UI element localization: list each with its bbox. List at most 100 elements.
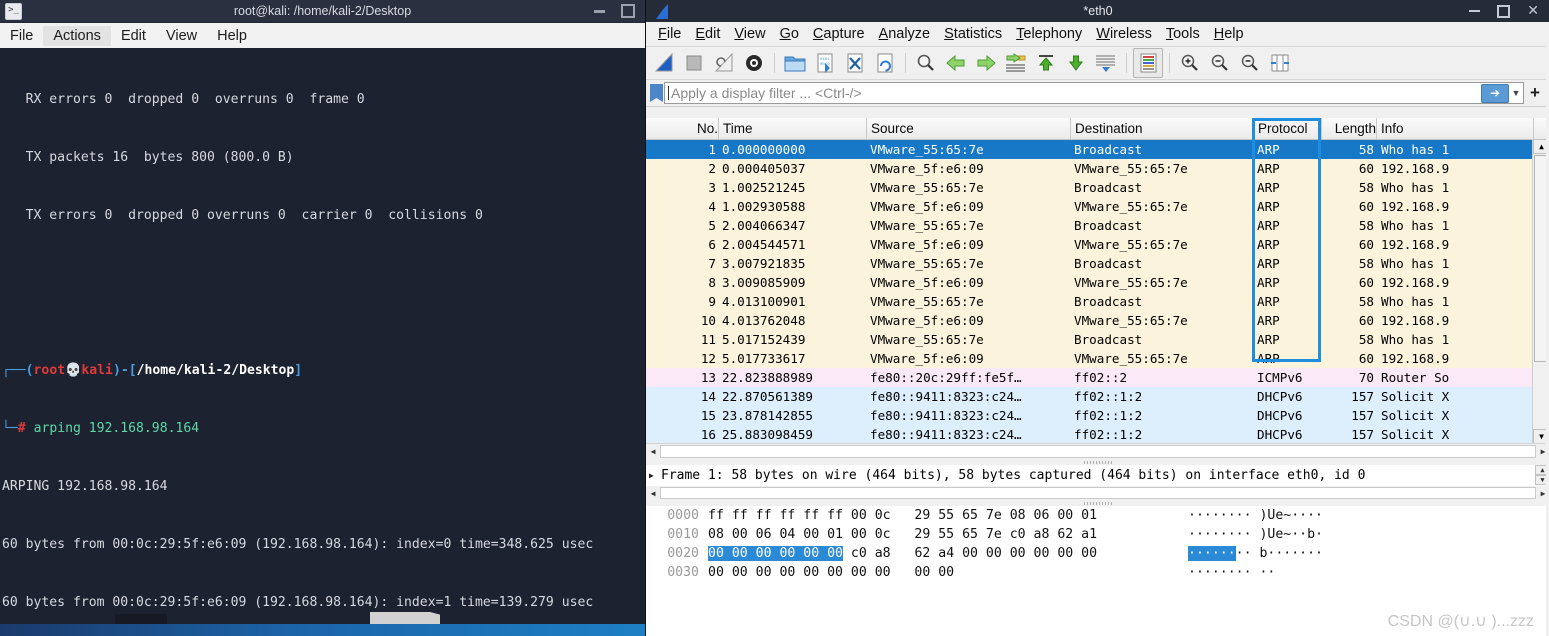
hex-dump-row[interactable]: 0020 00 00 00 00 00 00 c0 a8 62 a4 00 00 …	[650, 544, 1549, 563]
go-back-icon[interactable]	[942, 49, 970, 77]
scrollbar-track[interactable]	[660, 487, 1536, 499]
packet-row[interactable]: 4 1.002930588 VMware_5f:e6:09 VMware_55:65:…	[646, 197, 1549, 216]
packet-row[interactable]: 3 1.002521245 VMware_55:65:7e Broadcast ARP 5…	[646, 178, 1549, 197]
go-last-packet-icon[interactable]	[1062, 49, 1090, 77]
packet-row[interactable]: 11 5.017152439 VMware_55:65:7e Broadcast ARP…	[646, 330, 1549, 349]
save-file-icon[interactable]: 0101 0010	[811, 49, 839, 77]
column-header-destination[interactable]: Destination	[1071, 118, 1254, 139]
cell-length: 60	[1358, 199, 1374, 214]
zoom-out-icon[interactable]	[1206, 49, 1234, 77]
toolbar-separator	[1169, 53, 1170, 73]
scroll-left-arrow-icon[interactable]: ◀	[646, 489, 660, 498]
cell-source: VMware_55:65:7e	[870, 142, 984, 157]
terminal-minimize-icon[interactable]	[594, 9, 605, 13]
packet-row[interactable]: 12 5.017733617 VMware_5f:e6:09 VMware_55:65…	[646, 349, 1549, 368]
terminal-maximize-icon[interactable]	[621, 4, 635, 18]
column-header-no[interactable]: No.	[646, 118, 719, 139]
display-filter-input[interactable]: Apply a display filter ... <Ctrl-/> ➔ ▼	[664, 82, 1524, 104]
menu-statistics[interactable]: Statistics	[937, 24, 1009, 44]
cell-time: 3.009085909	[722, 275, 806, 290]
detail-horizontal-scrollbar[interactable]: ◀ ▶	[646, 486, 1549, 500]
terminal-output-area[interactable]: RX errors 0 dropped 0 overruns 0 frame 0…	[0, 48, 645, 624]
menu-telephony[interactable]: Telephony	[1009, 24, 1089, 44]
triangle-right-icon[interactable]: ▶	[649, 471, 661, 480]
close-file-icon[interactable]	[841, 49, 869, 77]
packet-row[interactable]: 8 3.009085909 VMware_5f:e6:09 VMware_55:65:…	[646, 273, 1549, 292]
hex-dump-row[interactable]: 0000 ff ff ff ff ff ff 00 0c 29 55 65 7e …	[650, 506, 1549, 525]
desktop-taskbar[interactable]	[0, 614, 645, 636]
zoom-reset-icon[interactable]	[1236, 49, 1264, 77]
reload-file-icon[interactable]	[871, 49, 899, 77]
packet-bytes-pane[interactable]: 0000 ff ff ff ff ff ff 00 0c 29 55 65 7e …	[646, 500, 1549, 636]
terminal-menu-actions[interactable]: Actions	[43, 26, 111, 46]
packet-row[interactable]: 9 4.013100901 VMware_55:65:7e Broadcast ARP 5…	[646, 292, 1549, 311]
column-header-info[interactable]: Info	[1377, 118, 1534, 139]
chevron-down-icon[interactable]: ▼	[1509, 88, 1523, 98]
cell-destination: Broadcast	[1074, 332, 1143, 347]
packet-row[interactable]: 13 22.823888989 fe80::20c:29ff:fe5f… ff02::…	[646, 368, 1549, 387]
column-header-protocol[interactable]: Protocol	[1254, 118, 1322, 139]
restart-capture-icon[interactable]	[710, 49, 738, 77]
find-packet-icon[interactable]	[912, 49, 940, 77]
packet-row[interactable]: 7 3.007921835 VMware_55:65:7e Broadcast ARP 5…	[646, 254, 1549, 273]
add-filter-button[interactable]: +	[1524, 83, 1546, 103]
packet-list-horizontal-scrollbar[interactable]: ◀ ▶	[646, 443, 1549, 458]
terminal-menu-edit[interactable]: Edit	[111, 26, 156, 46]
packet-row[interactable]: 1 0.000000000 VMware_55:65:7e Broadcast ARP 5…	[646, 140, 1549, 159]
menu-view[interactable]: View	[727, 24, 772, 44]
packet-row[interactable]: 2 0.000405037 VMware_5f:e6:09 VMware_55:65:…	[646, 159, 1549, 178]
open-file-icon[interactable]	[781, 49, 809, 77]
packet-list-pane[interactable]: No. Time Source Destination Protocol Len…	[646, 118, 1549, 458]
packet-row[interactable]: 10 4.013762048 VMware_5f:e6:09 VMware_55:65…	[646, 311, 1549, 330]
packet-row[interactable]: 5 2.004066347 VMware_55:65:7e Broadcast ARP 5…	[646, 216, 1549, 235]
zoom-in-icon[interactable]	[1176, 49, 1204, 77]
column-header-length[interactable]: Length	[1322, 118, 1377, 139]
hex-bytes: 00 00 00 00 00 00 c0 a8 62 a4 00 00 00 0…	[708, 546, 1098, 561]
go-to-packet-icon[interactable]	[1002, 49, 1030, 77]
menu-file[interactable]: FFileile	[651, 24, 688, 44]
terminal-menu-file[interactable]: File	[0, 26, 43, 46]
apply-filter-arrow-icon[interactable]: ➔	[1481, 83, 1509, 103]
scrollbar-track[interactable]	[660, 444, 1536, 458]
packet-row[interactable]: 14 22.870561389 fe80::9411:8323:c24… ff02::…	[646, 387, 1549, 406]
packet-detail-row[interactable]: ▶ Frame 1: 58 bytes on wire (464 bits), …	[646, 465, 1549, 485]
menu-help[interactable]: Help	[1207, 24, 1251, 44]
go-first-packet-icon[interactable]	[1032, 49, 1060, 77]
cell-time: 4.013762048	[722, 313, 806, 328]
wireshark-menubar: FFileile Edit View Go Capture Analyze St…	[646, 22, 1549, 47]
terminal-titlebar[interactable]: >_ root@kali: /home/kali-2/Desktop	[0, 0, 645, 23]
packet-row[interactable]: 15 23.878142855 fe80::9411:8323:c24… ff02::…	[646, 406, 1549, 425]
cell-protocol: ARP	[1257, 275, 1280, 290]
menu-go[interactable]: Go	[773, 24, 806, 44]
toolbar-separator	[774, 53, 775, 73]
menu-edit[interactable]: Edit	[688, 24, 727, 44]
auto-scroll-icon[interactable]	[1092, 49, 1120, 77]
menu-capture[interactable]: Capture	[806, 24, 872, 44]
scroll-left-arrow-icon[interactable]: ◀	[646, 445, 660, 458]
packet-row[interactable]: 16 25.883098459 fe80::9411:8323:c24… ff02::…	[646, 425, 1549, 444]
column-header-source[interactable]: Source	[867, 118, 1071, 139]
cell-source: VMware_5f:e6:09	[870, 161, 984, 176]
start-capture-icon[interactable]	[650, 49, 678, 77]
menu-tools[interactable]: Tools	[1159, 24, 1207, 44]
column-header-time[interactable]: Time	[719, 118, 867, 139]
go-forward-icon[interactable]	[972, 49, 1000, 77]
resize-columns-icon[interactable]	[1266, 49, 1294, 77]
menu-analyze[interactable]: Analyze	[872, 24, 938, 44]
terminal-menu-help[interactable]: Help	[207, 26, 257, 46]
cell-source: VMware_5f:e6:09	[870, 199, 984, 214]
cell-protocol: ARP	[1257, 142, 1280, 157]
filter-bookmark-icon[interactable]	[650, 84, 663, 102]
packet-details-pane[interactable]: ▶ Frame 1: 58 bytes on wire (464 bits), …	[646, 460, 1549, 500]
menu-wireless[interactable]: Wireless	[1089, 24, 1159, 44]
hex-dump-row[interactable]: 0010 08 00 06 04 00 01 00 0c 29 55 65 7e …	[650, 525, 1549, 544]
terminal-menu-view[interactable]: View	[156, 26, 207, 46]
packet-row[interactable]: 6 2.004544571 VMware_5f:e6:09 VMware_55:65:…	[646, 235, 1549, 254]
hex-dump-row[interactable]: 0030 00 00 00 00 00 00 00 00 00 00 ·······…	[650, 563, 1549, 582]
cell-protocol: ARP	[1257, 180, 1280, 195]
colorize-icon[interactable]	[1133, 48, 1163, 78]
wireshark-titlebar[interactable]: *eth0 ✕	[646, 0, 1549, 22]
stop-capture-icon[interactable]	[680, 49, 708, 77]
capture-options-icon[interactable]	[740, 49, 768, 77]
